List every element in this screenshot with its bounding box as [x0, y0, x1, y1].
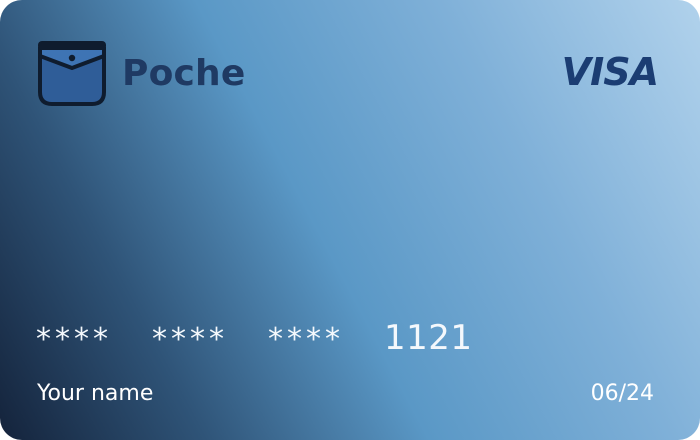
brand-name: Poche [122, 52, 246, 94]
card-number-group-1: **** [36, 322, 112, 357]
card-number-last-four: 1121 [384, 318, 473, 358]
expiry-date: 06/24 [590, 381, 654, 406]
pocket-icon [38, 41, 106, 106]
card-number-group-2: **** [152, 322, 228, 357]
payment-card: Poche VISA **** **** **** 1121 Your name… [0, 0, 700, 440]
cardholder-name: Your name [37, 381, 154, 406]
visa-logo: VISA [561, 50, 659, 94]
card-number-group-3: **** [268, 322, 344, 357]
brand-logo: Poche [36, 38, 246, 108]
card-number: **** **** **** 1121 [36, 318, 473, 358]
